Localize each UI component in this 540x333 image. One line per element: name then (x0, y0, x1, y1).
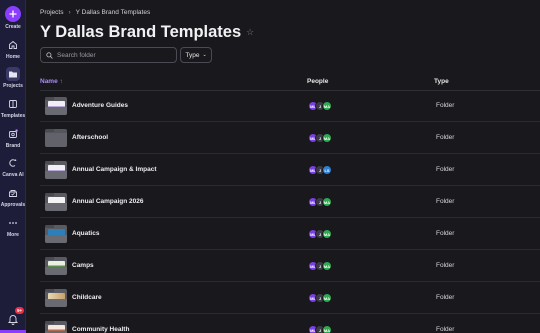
sidebar-item-label: More (7, 232, 19, 238)
folder-icon (6, 67, 20, 81)
avatar: LS (322, 165, 332, 175)
avatar: MA (322, 133, 332, 143)
folder-type: Folder (436, 230, 455, 237)
folder-thumbnail (45, 257, 67, 275)
folder-name[interactable]: Camps (72, 262, 94, 269)
search-box[interactable] (40, 47, 177, 63)
create-label: Create (5, 24, 21, 30)
bell-icon (7, 315, 19, 325)
sidebar-item-more[interactable]: More (0, 216, 26, 238)
folder-type: Folder (436, 326, 455, 333)
people-avatars[interactable]: ML J MA (308, 197, 332, 207)
column-header-people: People (307, 78, 329, 85)
sidebar-item-brand[interactable]: Brand (0, 127, 26, 149)
type-filter-label: Type (185, 51, 200, 59)
folder-type: Folder (436, 102, 455, 109)
page-title: Y Dallas Brand Templates (40, 23, 242, 41)
sidebar-item-templates[interactable]: Templates (0, 97, 26, 119)
folder-type: Folder (436, 262, 455, 269)
people-avatars[interactable]: ML J MA (308, 133, 332, 143)
table-header: Name ↑ People Type (40, 78, 540, 88)
people-avatars[interactable]: ML J MA (308, 293, 332, 303)
folder-name[interactable]: Aquatics (72, 230, 99, 237)
table-row[interactable]: Community Health ML J MA Folder (40, 314, 540, 333)
templates-icon (6, 97, 20, 111)
folder-thumbnail (45, 225, 67, 243)
folder-name[interactable]: Adventure Guides (72, 102, 128, 109)
sidebar-item-label: Templates (0, 113, 26, 119)
approvals-icon (6, 186, 20, 200)
folder-name[interactable]: Annual Campaign & Impact (72, 166, 157, 173)
table-row[interactable]: Annual Campaign & Impact ML J LS Folder (40, 154, 540, 186)
people-avatars[interactable]: ML J MA (308, 101, 332, 111)
sidebar: Create Home Projects Templates Brand Can… (0, 0, 26, 333)
sidebar-item-label: Home (6, 54, 20, 60)
sidebar-item-home[interactable]: Home (0, 38, 26, 60)
sidebar-item-label: Brand (5, 143, 21, 149)
folder-type: Folder (436, 294, 455, 301)
main-content: Projects › Y Dallas Brand Templates Y Da… (27, 0, 540, 333)
chevron-down-icon: ⌄ (202, 52, 207, 58)
folder-thumbnail (45, 193, 67, 211)
folder-name[interactable]: Afterschool (72, 134, 108, 141)
sidebar-item-label: Projects (3, 83, 23, 89)
people-avatars[interactable]: ML J MA (308, 229, 332, 239)
star-icon[interactable]: ☆ (246, 27, 254, 38)
folder-thumbnail (45, 289, 67, 307)
avatar: MA (322, 261, 332, 271)
folder-thumbnail (45, 161, 67, 179)
table-row[interactable]: Afterschool ML J MA Folder (40, 122, 540, 154)
table-row[interactable]: Camps ML J MA Folder (40, 250, 540, 282)
folder-name[interactable]: Community Health (72, 326, 129, 333)
sidebar-item-projects[interactable]: Projects (0, 67, 26, 89)
people-avatars[interactable]: ML J MA (308, 261, 332, 271)
folder-thumbnail (45, 321, 67, 333)
breadcrumb-current: Y Dallas Brand Templates (75, 9, 151, 16)
type-filter-dropdown[interactable]: Type ⌄ (180, 47, 212, 63)
sidebar-item-approvals[interactable]: Approvals (0, 186, 26, 208)
folder-type: Folder (436, 134, 455, 141)
create-button[interactable] (5, 6, 21, 22)
chevron-right-icon: › (68, 9, 71, 16)
brand-icon (6, 127, 20, 141)
folder-name[interactable]: Childcare (72, 294, 102, 301)
avatar: MA (322, 229, 332, 239)
avatar: MA (322, 325, 332, 333)
column-header-name[interactable]: Name ↑ (40, 78, 63, 85)
search-icon (46, 51, 53, 59)
folder-thumbnail (45, 129, 67, 147)
search-input[interactable] (57, 51, 167, 59)
avatar: MA (322, 197, 332, 207)
plus-icon (9, 10, 17, 18)
folder-thumbnail (45, 97, 67, 115)
avatar: MA (322, 293, 332, 303)
column-header-type: Type (434, 78, 449, 85)
table-row[interactable]: Annual Campaign 2026 ML J MA Folder (40, 186, 540, 218)
more-icon (6, 216, 20, 230)
table-row[interactable]: Childcare ML J MA Folder (40, 282, 540, 314)
folder-type: Folder (436, 198, 455, 205)
sidebar-item-label: Approvals (0, 202, 26, 208)
table-row[interactable]: Adventure Guides ML J MA Folder (40, 90, 540, 122)
home-icon (6, 38, 20, 52)
people-avatars[interactable]: ML J LS (308, 165, 332, 175)
notifications-button[interactable] (6, 312, 20, 326)
sidebar-item-label: Canva AI (2, 172, 24, 178)
canva-ai-icon (6, 156, 20, 170)
notification-count-badge: 9+ (15, 307, 25, 314)
folder-name[interactable]: Annual Campaign 2026 (72, 198, 144, 205)
avatar: MA (322, 101, 332, 111)
breadcrumb-projects[interactable]: Projects (40, 9, 63, 16)
page-title-row: Y Dallas Brand Templates ☆ (40, 23, 254, 42)
breadcrumb: Projects › Y Dallas Brand Templates (40, 9, 150, 16)
sidebar-item-canva-ai[interactable]: Canva AI (0, 156, 26, 178)
people-avatars[interactable]: ML J MA (308, 325, 332, 333)
table-row[interactable]: Aquatics ML J MA Folder (40, 218, 540, 250)
folder-type: Folder (436, 166, 455, 173)
